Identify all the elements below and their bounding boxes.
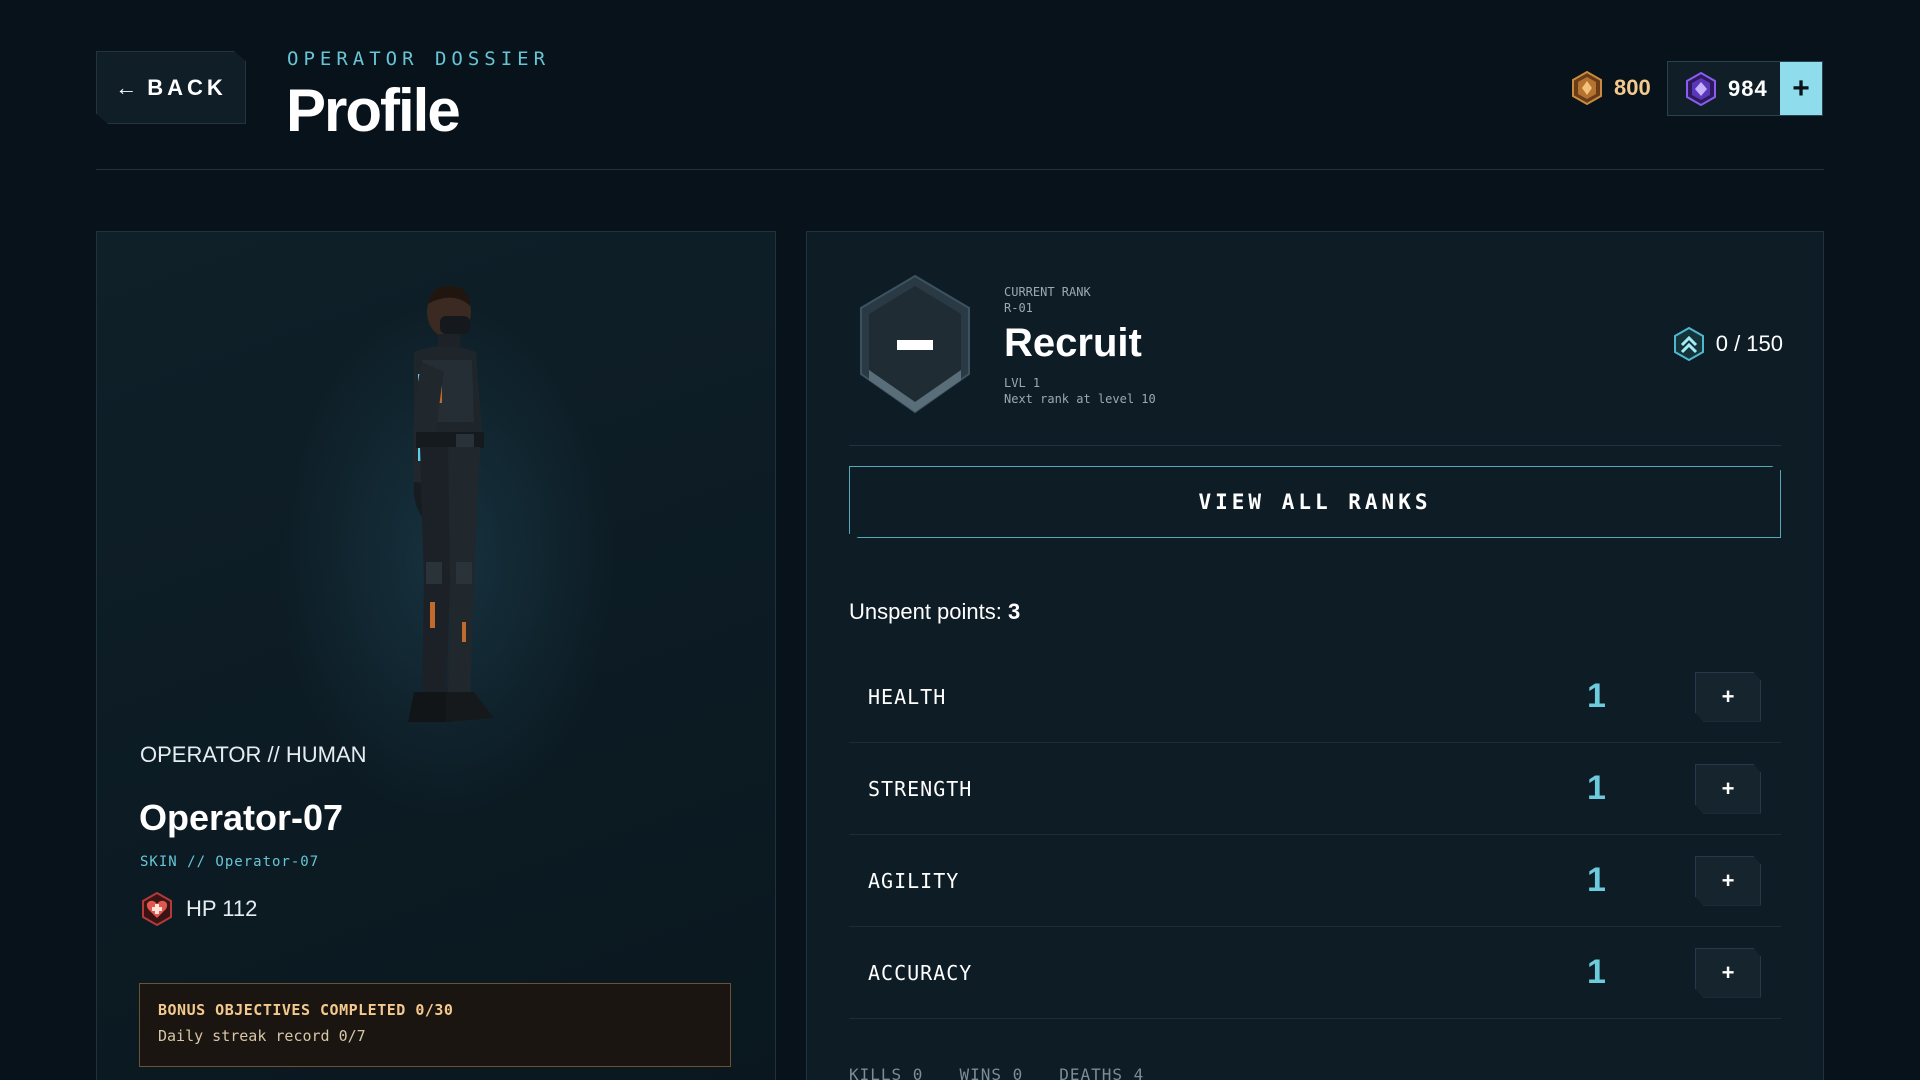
deaths-count: DEATHS 4 (1059, 1065, 1145, 1080)
wins-count: WINS 0 (959, 1065, 1024, 1080)
xp-progress: 0 / 150 (1715, 331, 1783, 356)
stat-row-agility: AGILITY 1 + (849, 835, 1781, 927)
stat-value: 1 (1587, 953, 1606, 991)
stat-row-health: HEALTH 1 + (849, 651, 1781, 743)
rank-name: Recruit (1004, 321, 1142, 365)
bonus-objectives-box: BONUS OBJECTIVES COMPLETED 0/30 Daily st… (139, 983, 731, 1067)
combat-record: KILLS 0 WINS 0 DEATHS 4 (849, 1065, 1144, 1080)
rank-code: R-01 (1004, 301, 1033, 315)
gold-coin-icon (1572, 71, 1602, 105)
stat-row-accuracy: ACCURACY 1 + (849, 927, 1781, 1019)
page-title: Profile (286, 77, 461, 144)
heart-icon (142, 892, 172, 926)
operator-panel: OPERATOR // HUMAN Operator-07 SKIN // Op… (96, 231, 776, 1080)
stat-row-strength: STRENGTH 1 + (849, 743, 1781, 835)
rank-shield-icon (860, 274, 970, 414)
daily-streak-text: Daily streak record 0/7 (158, 1027, 366, 1045)
stat-value: 1 (1587, 769, 1606, 807)
operator-name: Operator-07 (139, 797, 344, 838)
rank-level-info: LVL 1 Next rank at level 10 (1004, 375, 1156, 407)
add-gems-button[interactable]: + (1780, 62, 1822, 115)
gem-icon (1686, 71, 1716, 106)
operator-skin: SKIN // Operator-07 (140, 854, 320, 870)
gold-currency: 800 (1570, 68, 1651, 108)
rank-level: LVL 1 (1004, 376, 1041, 390)
stat-value: 1 (1587, 677, 1606, 715)
hp-value: HP 112 (186, 896, 258, 921)
rank-divider (849, 445, 1781, 446)
rank-stats-panel: CURRENT RANK R-01 Recruit LVL 1 Next ran… (806, 231, 1824, 1080)
back-button[interactable]: ← BACK (96, 51, 246, 124)
gold-amount: 800 (1614, 75, 1651, 100)
increase-health-button[interactable]: + (1695, 671, 1761, 722)
stat-name: HEALTH (868, 684, 947, 709)
gem-currency: 984 + (1667, 61, 1823, 116)
gem-amount: 984 (1728, 75, 1768, 101)
increase-accuracy-button[interactable]: + (1695, 947, 1761, 998)
back-label: BACK (147, 74, 227, 100)
stat-name: AGILITY (868, 868, 960, 893)
operator-class: OPERATOR // HUMAN (140, 742, 367, 767)
header-divider (96, 169, 1824, 170)
rank-label: CURRENT RANK R-01 (1004, 284, 1091, 316)
current-rank-label: CURRENT RANK (1004, 285, 1091, 299)
operator-character-image (408, 285, 494, 722)
unspent-points-label: Unspent points: (849, 599, 1002, 624)
rank-xp: 0 / 150 (1672, 327, 1783, 361)
increase-agility-button[interactable]: + (1695, 855, 1761, 906)
page-eyebrow: OPERATOR DOSSIER (287, 48, 551, 70)
bonus-objectives-text: BONUS OBJECTIVES COMPLETED 0/30 (158, 1001, 454, 1019)
xp-chevron-icon (1673, 327, 1704, 361)
stats-list: HEALTH 1 + STRENGTH 1 + AGILITY 1 + ACCU… (849, 651, 1781, 1019)
increase-strength-button[interactable]: + (1695, 763, 1761, 814)
stat-name: ACCURACY (868, 960, 973, 985)
stat-name: STRENGTH (868, 776, 973, 801)
unspent-points: Unspent points: 3 (849, 599, 1020, 625)
next-rank-info: Next rank at level 10 (1004, 392, 1156, 406)
view-all-ranks-button[interactable]: VIEW ALL RANKS (849, 466, 1781, 538)
kills-count: KILLS 0 (849, 1065, 924, 1080)
operator-hp: HP 112 (140, 892, 257, 926)
stat-value: 1 (1587, 861, 1606, 899)
back-arrow-icon: ← (115, 74, 138, 100)
unspent-points-value: 3 (1008, 599, 1021, 624)
